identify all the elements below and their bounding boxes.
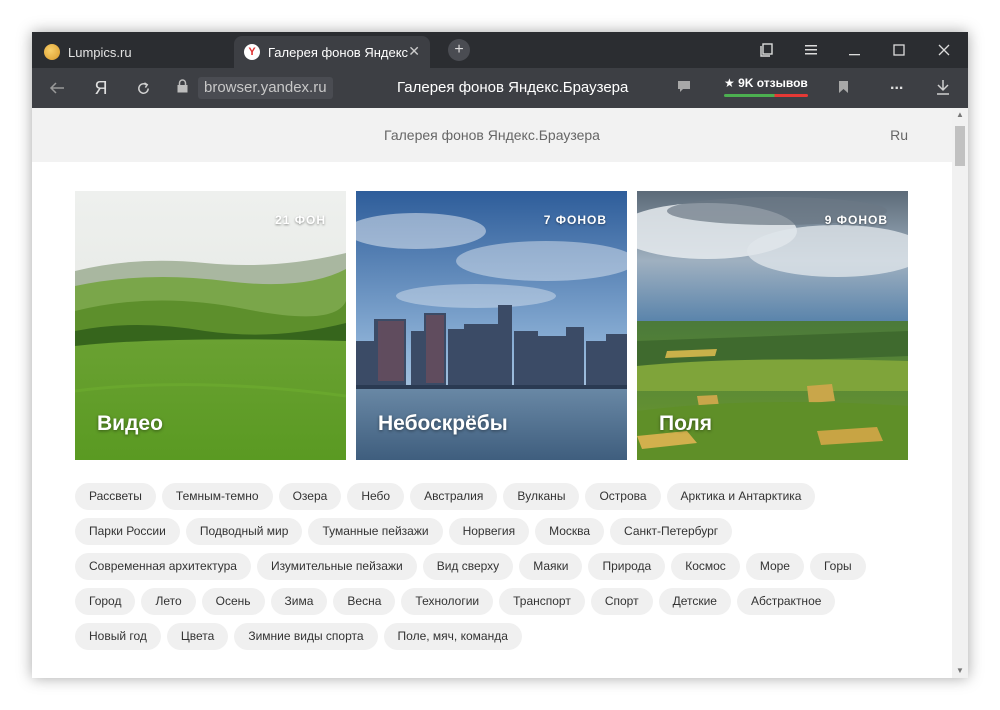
tag[interactable]: Транспорт (499, 588, 585, 615)
card-name: Видео (97, 412, 163, 435)
comment-icon[interactable] (677, 80, 691, 98)
browser-window: Lumpics.ru Y Галерея фонов Яндекс.Браузе… (32, 32, 968, 678)
address-bar: Я browser.yandex.ru Галерея фонов Яндекс… (32, 68, 968, 108)
new-tab-button[interactable]: + (448, 39, 470, 61)
tag[interactable]: Парки России (75, 518, 180, 545)
lumpics-favicon-icon (44, 44, 60, 60)
hamburger-menu-icon[interactable] (789, 32, 833, 68)
tag[interactable]: Небо (347, 483, 405, 510)
tag[interactable]: Москва (535, 518, 605, 545)
tag[interactable]: Новый год (75, 623, 161, 650)
bookmarks-panel-icon[interactable] (745, 32, 789, 68)
tag[interactable]: Изумительные пейзажи (256, 553, 417, 580)
tag[interactable]: Поле, мяч, команда (383, 623, 522, 650)
tag[interactable]: Туманные пейзажи (308, 518, 443, 545)
tag[interactable]: Маяки (519, 553, 583, 580)
close-tab-icon[interactable]: ✕ (408, 43, 420, 60)
tag[interactable]: Море (745, 553, 804, 580)
tag[interactable]: Острова (585, 483, 661, 510)
tag[interactable]: Санкт-Петербург (610, 518, 733, 545)
tag-row: Парки России Подводный мир Туманные пейз… (75, 518, 895, 545)
tag[interactable]: Горы (809, 553, 866, 580)
url-host[interactable]: browser.yandex.ru (198, 77, 333, 99)
minimize-icon[interactable] (833, 32, 877, 68)
lock-icon[interactable] (177, 79, 188, 93)
tag[interactable]: Зима (270, 588, 328, 615)
close-window-icon[interactable] (922, 32, 966, 68)
tag[interactable]: Зимние виды спорта (234, 623, 378, 650)
tag[interactable]: Арктика и Антарктика (666, 483, 816, 510)
tag[interactable]: Осень (201, 588, 265, 615)
tab-strip: Lumpics.ru Y Галерея фонов Яндекс.Браузе… (32, 32, 968, 68)
more-icon[interactable]: ... (890, 76, 903, 94)
scroll-thumb[interactable] (955, 126, 965, 166)
tag[interactable]: Абстрактное (736, 588, 836, 615)
tag-row: Новый год Цвета Зимние виды спорта Поле,… (75, 623, 895, 650)
card-count: 7 ФОНОВ (543, 213, 607, 227)
scroll-up-arrow-icon[interactable]: ▲ (952, 108, 968, 122)
bookmark-icon[interactable] (838, 80, 849, 99)
tag[interactable]: Рассветы (75, 483, 156, 510)
tag[interactable]: Технологии (401, 588, 494, 615)
category-tags: Рассветы Темным-темно Озера Небо Австрал… (75, 483, 895, 658)
card-fields[interactable]: 9 ФОНОВ Поля (637, 191, 908, 460)
tag[interactable]: Вид сверху (422, 553, 514, 580)
back-arrow-icon[interactable] (42, 68, 72, 108)
tag[interactable]: Природа (588, 553, 666, 580)
card-name: Поля (659, 412, 712, 435)
download-icon[interactable] (936, 79, 950, 100)
yandex-favicon-icon: Y (244, 44, 260, 60)
tag[interactable]: Австралия (410, 483, 498, 510)
reviews-badge[interactable]: ★ 9K отзывов (724, 76, 808, 90)
tag[interactable]: Город (75, 588, 136, 615)
tag-row: Город Лето Осень Зима Весна Технологии Т… (75, 588, 895, 615)
tab-title: Lumpics.ru (68, 44, 132, 60)
tag-row: Рассветы Темным-темно Озера Небо Австрал… (75, 483, 895, 510)
tag[interactable]: Вулканы (503, 483, 580, 510)
tag[interactable]: Цвета (166, 623, 229, 650)
card-count: 9 ФОНОВ (824, 213, 888, 227)
gallery-header: Галерея фонов Яндекс.Браузера Ru (32, 108, 952, 162)
tab-lumpics[interactable]: Lumpics.ru (38, 36, 228, 68)
tag[interactable]: Норвегия (448, 518, 530, 545)
tag[interactable]: Весна (333, 588, 396, 615)
tag[interactable]: Детские (658, 588, 731, 615)
reload-icon[interactable] (128, 68, 158, 108)
tag[interactable]: Спорт (590, 588, 653, 615)
card-count: 21 ФОН (275, 213, 326, 227)
vertical-scrollbar[interactable]: ▲ ▼ (952, 108, 968, 678)
card-video[interactable]: 21 ФОН Видео (75, 191, 346, 460)
tab-title: Галерея фонов Яндекс.Браузера (268, 44, 408, 60)
gallery-title: Галерея фонов Яндекс.Браузера (384, 127, 600, 143)
address-page-title[interactable]: Галерея фонов Яндекс.Браузера (397, 68, 628, 108)
card-name: Небоскрёбы (378, 412, 508, 435)
tag[interactable]: Подводный мир (185, 518, 303, 545)
tag[interactable]: Озера (278, 483, 342, 510)
tag-row: Современная архитектура Изумительные пей… (75, 553, 895, 580)
tab-gallery[interactable]: Y Галерея фонов Яндекс.Браузера ✕ (234, 36, 430, 68)
reviews-rating-bar (724, 94, 808, 97)
scroll-down-arrow-icon[interactable]: ▼ (952, 664, 968, 678)
maximize-icon[interactable] (877, 32, 921, 68)
card-skyscrapers[interactable]: 7 ФОНОВ Небоскрёбы (356, 191, 627, 460)
tag[interactable]: Темным-темно (161, 483, 273, 510)
yandex-home-icon[interactable]: Я (86, 68, 116, 108)
tag[interactable]: Современная архитектура (75, 553, 251, 580)
tag[interactable]: Лето (141, 588, 196, 615)
language-switch[interactable]: Ru (890, 127, 908, 143)
tag[interactable]: Космос (671, 553, 740, 580)
